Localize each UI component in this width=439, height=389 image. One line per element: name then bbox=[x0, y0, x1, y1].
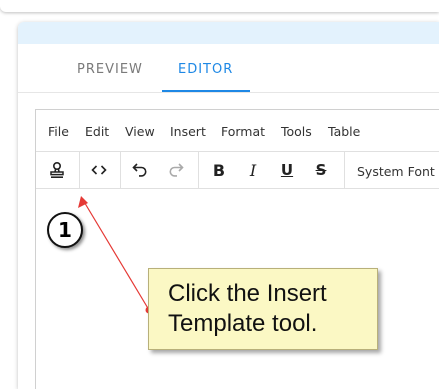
strikethrough-button[interactable]: S bbox=[306, 156, 336, 184]
redo-icon bbox=[169, 163, 184, 177]
source-code-icon bbox=[91, 165, 107, 175]
editor-menubar: File Edit View Insert Format Tools Table bbox=[36, 110, 439, 150]
menu-view[interactable]: View bbox=[125, 124, 155, 139]
tab-editor[interactable]: EDITOR bbox=[178, 62, 233, 77]
callout-text-line-1: Click the Insert bbox=[168, 280, 327, 307]
tab-preview[interactable]: PREVIEW bbox=[77, 62, 143, 77]
menu-format[interactable]: Format bbox=[221, 124, 265, 139]
italic-button[interactable]: I bbox=[238, 156, 268, 184]
italic-icon: I bbox=[249, 160, 257, 180]
toolbar-separator bbox=[344, 152, 345, 188]
bold-icon: B bbox=[212, 160, 226, 180]
callout-box: Click the Insert Template tool. bbox=[148, 268, 378, 350]
top-card bbox=[0, 0, 439, 12]
redo-button[interactable] bbox=[161, 156, 191, 184]
tab-divider bbox=[18, 92, 439, 93]
source-code-button[interactable] bbox=[84, 156, 114, 184]
callout-text-line-2: Template tool. bbox=[168, 310, 318, 337]
step-number: 1 bbox=[58, 218, 72, 242]
strikethrough-icon: S bbox=[315, 161, 327, 179]
panel-header bbox=[18, 22, 439, 44]
font-family-select[interactable]: System Font bbox=[357, 164, 435, 179]
underline-icon: U bbox=[280, 161, 294, 179]
menu-table[interactable]: Table bbox=[328, 124, 360, 139]
step-number-badge: 1 bbox=[47, 212, 83, 248]
underline-button[interactable]: U bbox=[272, 156, 302, 184]
editor-toolbar: B I U S System Font bbox=[36, 151, 439, 189]
menu-edit[interactable]: Edit bbox=[85, 124, 109, 139]
toolbar-separator bbox=[120, 152, 121, 188]
toolbar-separator bbox=[79, 152, 80, 188]
menu-file[interactable]: File bbox=[48, 124, 69, 139]
insert-template-button[interactable] bbox=[42, 156, 72, 184]
toolbar-separator bbox=[198, 152, 199, 188]
insert-template-icon bbox=[50, 161, 64, 179]
undo-button[interactable] bbox=[125, 156, 155, 184]
undo-icon bbox=[132, 163, 147, 177]
bold-button[interactable]: B bbox=[204, 156, 234, 184]
menu-tools[interactable]: Tools bbox=[281, 124, 312, 139]
menu-insert[interactable]: Insert bbox=[170, 124, 206, 139]
